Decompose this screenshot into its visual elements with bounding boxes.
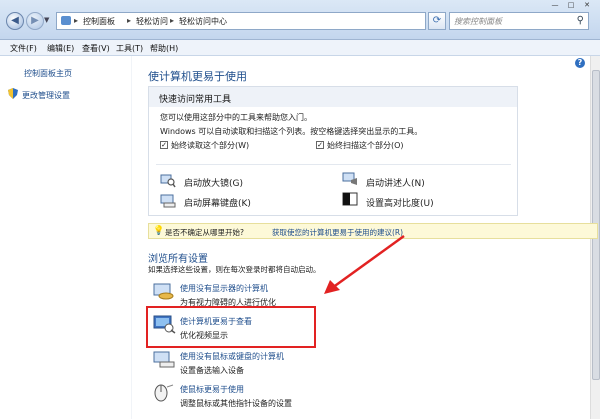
window-controls: — □ ✕ [546, 0, 594, 10]
left-pane: 控制面板主页 更改管理设置 [0, 56, 132, 419]
always-read-checkbox[interactable]: ✓ [160, 141, 168, 149]
breadcrumb-item[interactable]: 轻松访问 [136, 16, 168, 27]
high-contrast-icon [342, 192, 358, 206]
chevron-right-icon: ▸ [74, 16, 79, 25]
no-display-icon [153, 283, 174, 300]
menu-edit[interactable]: 编辑(E) [47, 43, 74, 54]
mouse-icon [154, 384, 174, 402]
search-input[interactable] [454, 13, 569, 29]
keyboard-icon [160, 194, 176, 208]
option-no-mouse-keyboard-link[interactable]: 使用没有鼠标或键盘的计算机 [180, 351, 284, 362]
address-bar: ◀ ▶ ▼ ▸ 控制面板 ▸ 轻松访问 ▸ 轻松访问中心 ▼ ⟳ ⚲ —□✕ [0, 0, 600, 40]
shield-icon [8, 88, 18, 99]
always-read-label[interactable]: 始终读取这个部分(W) [171, 140, 249, 151]
change-admin-settings-link[interactable]: 更改管理设置 [22, 90, 70, 101]
lightbulb-icon: 💡 [153, 226, 165, 236]
option-mouse-easier-link[interactable]: 使鼠标更易于使用 [180, 384, 244, 395]
back-button[interactable]: ◀ [6, 12, 24, 30]
divider [156, 164, 511, 165]
menu-tools[interactable]: 工具(T) [116, 43, 143, 54]
magnifier-icon [160, 174, 176, 188]
red-arrow-annotation [324, 234, 405, 294]
always-scan-checkbox[interactable]: ✓ [316, 141, 324, 149]
forward-button[interactable]: ▶ [26, 12, 44, 30]
browse-settings-heading: 浏览所有设置 [148, 254, 208, 265]
control-panel-icon [61, 16, 71, 25]
always-scan-label[interactable]: 始终扫描这个部分(O) [327, 140, 404, 151]
maximize-button[interactable]: □ [564, 1, 578, 9]
start-narrator-link[interactable]: 启动讲述人(N) [366, 176, 425, 189]
set-high-contrast-link[interactable]: 设置高对比度(U) [366, 196, 434, 209]
chevron-right-icon: ▸ [127, 16, 132, 25]
page-title: 使计算机更易于使用 [148, 70, 247, 83]
menu-help[interactable]: 帮助(H) [150, 43, 178, 54]
menu-bar: 文件(F) 编辑(E) 查看(V) 工具(T) 帮助(H) [0, 40, 600, 56]
narrator-icon [342, 172, 357, 185]
help-icon[interactable]: ? [575, 58, 585, 68]
minimize-button[interactable]: — [548, 1, 562, 9]
breadcrumb[interactable]: ▸ 控制面板 ▸ 轻松访问 ▸ 轻松访问中心 ▼ [56, 12, 474, 30]
control-panel-home-link[interactable]: 控制面板主页 [24, 68, 72, 79]
option-no-display-link[interactable]: 使用没有显示器的计算机 [180, 283, 268, 294]
option-no-mouse-keyboard-desc: 设置备选输入设备 [180, 366, 244, 375]
menu-file[interactable]: 文件(F) [10, 43, 37, 54]
close-button[interactable]: ✕ [580, 1, 594, 9]
browse-settings-subtitle: 如果选择这些设置，则在每次登录时都将自动启动。 [148, 265, 321, 274]
menu-view[interactable]: 查看(V) [82, 43, 110, 54]
search-box: ⚲ [449, 12, 589, 30]
option-mouse-easier-desc: 调整鼠标或其他指针设备的设置 [180, 399, 292, 408]
breadcrumb-item[interactable]: 轻松访问中心 [179, 16, 227, 27]
refresh-button[interactable]: ⟳ [428, 12, 446, 30]
search-icon[interactable]: ⚲ [577, 15, 584, 26]
recent-pages-dropdown[interactable]: ▼ [44, 16, 49, 24]
no-mouse-keyboard-icon [153, 351, 175, 368]
quick-access-description: 您可以使用这部分中的工具来帮助您入门。 [160, 113, 312, 122]
suggestion-prefix: 是否不确定从哪里开始? [165, 228, 244, 237]
quick-access-header: 快速访问常用工具 [149, 87, 517, 107]
start-onscreen-keyboard-link[interactable]: 启动屏幕键盘(K) [184, 196, 251, 209]
breadcrumb-item[interactable]: 控制面板 [83, 16, 115, 27]
quick-access-title: 快速访问常用工具 [159, 95, 232, 105]
quick-access-description-2: Windows 可以自动读取和扫描这个列表。按空格键选择突出显示的工具。 [160, 127, 423, 136]
highlight-annotation-box [146, 306, 316, 348]
chevron-right-icon: ▸ [170, 16, 175, 25]
start-magnifier-link[interactable]: 启动放大镜(G) [184, 176, 243, 189]
